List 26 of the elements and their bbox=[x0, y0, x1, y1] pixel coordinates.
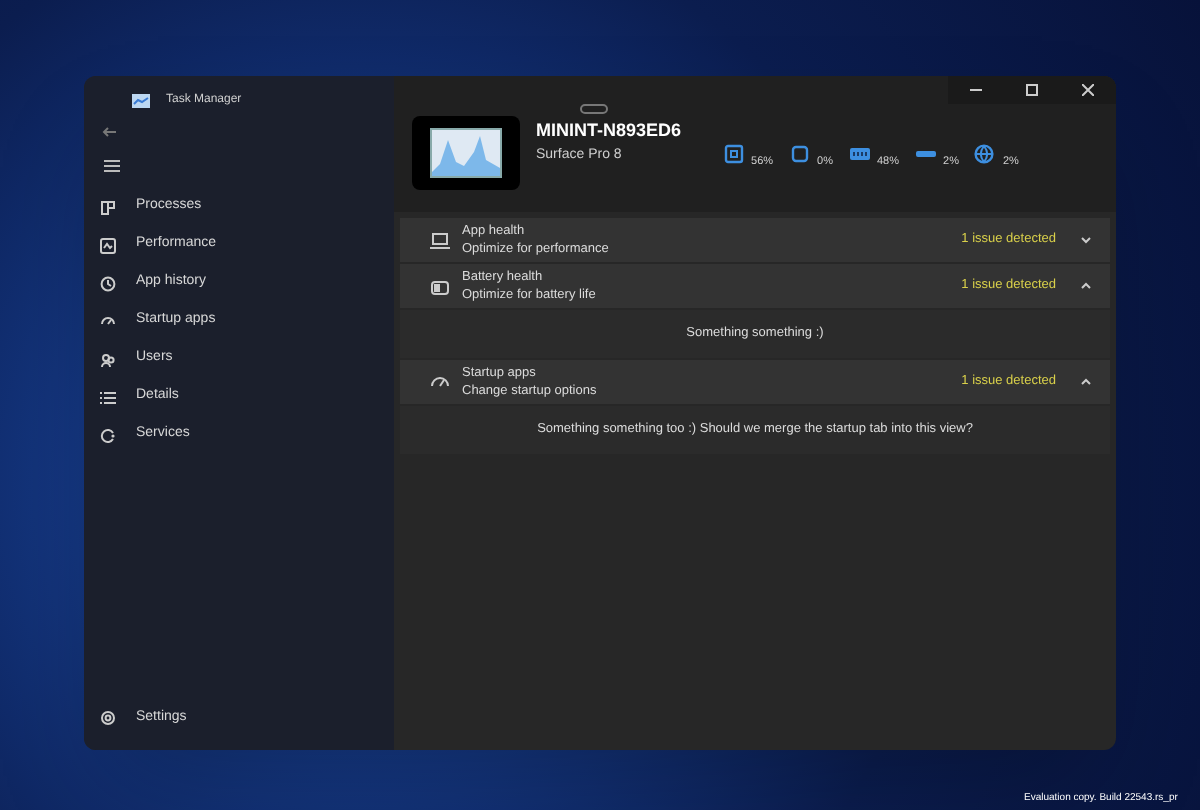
device-name: MININT-N893ED6 bbox=[536, 118, 682, 144]
settings-icon bbox=[100, 710, 116, 726]
back-icon[interactable] bbox=[102, 126, 118, 138]
chevron-icon bbox=[1080, 378, 1092, 386]
battery-icon bbox=[430, 277, 450, 295]
cpu-icon bbox=[723, 144, 744, 164]
pulse-icon bbox=[100, 237, 116, 253]
history-icon bbox=[100, 275, 116, 291]
users-icon bbox=[100, 351, 116, 367]
chart-drawing bbox=[430, 127, 502, 177]
list-icon bbox=[100, 389, 116, 405]
chip-icon bbox=[789, 144, 810, 164]
app-icon bbox=[132, 93, 150, 107]
chevron-icon bbox=[1080, 236, 1092, 244]
chevron-icon bbox=[1080, 282, 1092, 290]
menu-icon[interactable] bbox=[104, 160, 120, 172]
drag-handle-icon bbox=[580, 104, 608, 114]
gauge-icon bbox=[100, 313, 116, 329]
laptop-icon bbox=[430, 231, 450, 249]
maximize-icon[interactable] bbox=[1026, 84, 1038, 96]
memory-icon bbox=[849, 144, 869, 164]
processes-icon bbox=[100, 199, 116, 215]
minimize-icon[interactable] bbox=[970, 84, 982, 96]
close-icon[interactable] bbox=[1082, 84, 1094, 96]
globe-icon bbox=[974, 144, 995, 164]
gauge-icon bbox=[430, 373, 450, 391]
